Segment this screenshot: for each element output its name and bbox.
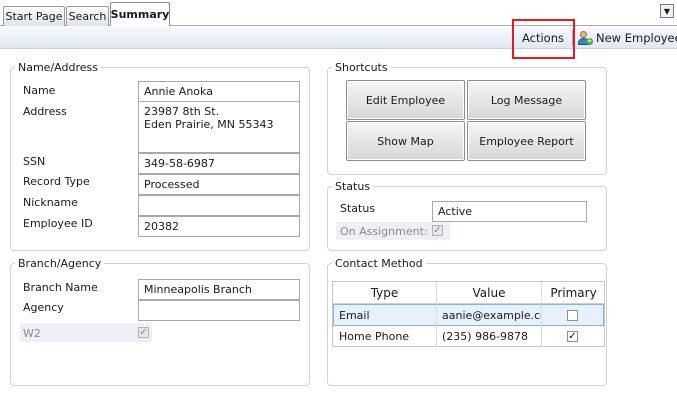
nickname-label: Nickname	[23, 196, 78, 209]
on-assignment-checkbox[interactable]: ✓	[432, 225, 443, 236]
record-type-label: Record Type	[23, 175, 90, 188]
new-employee-button[interactable]: + New Employee	[576, 28, 677, 48]
agency-label: Agency	[23, 301, 64, 314]
primary-checkbox[interactable]	[567, 310, 578, 321]
edit-employee-button[interactable]: Edit Employee	[346, 80, 465, 120]
employee-report-button[interactable]: Employee Report	[467, 121, 586, 161]
contact-grid: Type Value Primary Email aanie@example.c…	[332, 281, 605, 347]
branch-name-label: Branch Name	[23, 281, 98, 294]
name-address-legend: Name/Address	[15, 61, 101, 74]
status-field[interactable]: Active	[432, 201, 587, 222]
log-message-button[interactable]: Log Message	[467, 80, 586, 120]
on-assignment-label: On Assignment:	[340, 225, 428, 238]
checkmark-icon: ✓	[433, 224, 442, 236]
ssn-label: SSN	[23, 155, 46, 168]
address-label: Address	[23, 105, 67, 118]
checkmark-icon: ✓	[139, 326, 148, 338]
contact-method-legend: Contact Method	[332, 257, 426, 270]
tab-label: Summary	[110, 8, 170, 21]
new-employee-label: New Employee	[596, 31, 677, 45]
column-divider	[436, 282, 437, 346]
ssn-field[interactable]: 349-58-6987	[138, 153, 300, 174]
chevron-down-icon: ▼	[663, 6, 671, 16]
checkmark-icon: ✓	[568, 330, 577, 342]
record-type-field[interactable]: Processed	[138, 174, 300, 195]
column-header-type[interactable]: Type	[333, 282, 436, 303]
agency-field[interactable]	[138, 300, 300, 321]
branch-agency-legend: Branch/Agency	[15, 257, 105, 270]
w2-label: W2	[23, 327, 41, 340]
name-field[interactable]: Annie Anoka	[138, 81, 300, 102]
toolbar-separator	[572, 30, 573, 46]
w2-checkbox[interactable]: ✓	[138, 327, 149, 338]
employee-id-label: Employee ID	[23, 217, 93, 230]
name-label: Name	[23, 84, 56, 97]
column-divider	[541, 282, 542, 346]
status-legend: Status	[332, 180, 374, 193]
status-label: Status	[340, 202, 376, 215]
branch-name-field[interactable]: Minneapolis Branch	[138, 279, 300, 300]
table-cell-type: Email	[339, 308, 370, 322]
tab-search[interactable]: Search	[66, 6, 109, 26]
show-map-button[interactable]: Show Map	[346, 121, 465, 161]
column-header-value[interactable]: Value	[437, 282, 541, 303]
employee-id-field[interactable]: 20382	[138, 216, 300, 237]
nickname-field[interactable]	[138, 195, 300, 216]
actions-label: Actions	[521, 31, 564, 45]
table-cell-value: (235) 986-9878	[442, 330, 529, 343]
address-field[interactable]: 23987 8th St. Eden Prairie, MN 55343	[138, 101, 300, 153]
column-header-primary[interactable]: Primary	[542, 282, 605, 303]
shortcuts-legend: Shortcuts	[332, 61, 391, 74]
tab-label: Search	[68, 10, 107, 23]
table-cell-value: aanie@example.co	[442, 308, 541, 322]
primary-checkbox[interactable]: ✓	[567, 331, 578, 342]
add-person-icon: +	[576, 30, 593, 46]
tab-label: Start Page	[5, 10, 63, 23]
tab-summary[interactable]: Summary	[110, 2, 170, 26]
actions-button[interactable]: Actions	[516, 28, 570, 48]
tab-start-page[interactable]: Start Page	[3, 6, 65, 26]
table-cell-type: Home Phone	[339, 330, 410, 343]
tab-overflow-dropdown-button[interactable]: ▼	[660, 4, 674, 18]
